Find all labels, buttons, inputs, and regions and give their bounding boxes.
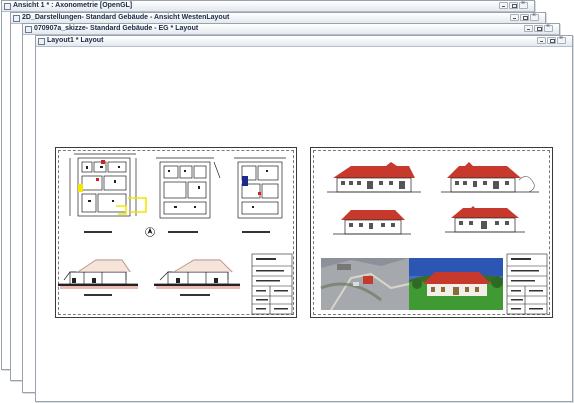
minimize-icon[interactable] bbox=[524, 25, 533, 32]
window-layout1[interactable]: Layout1 * Layout bbox=[35, 35, 573, 402]
window-app-icon bbox=[25, 26, 32, 33]
floor-plans-and-sections-sheet[interactable] bbox=[55, 147, 297, 318]
floor-plans-drawing bbox=[58, 153, 293, 315]
close-icon[interactable] bbox=[557, 35, 566, 44]
window-title: 070907a_skizze- Standard Gebäude - EG * … bbox=[34, 25, 199, 32]
window-titlebar[interactable]: 070907a_skizze- Standard Gebäude - EG * … bbox=[23, 23, 559, 35]
window-app-icon bbox=[38, 38, 45, 45]
minimize-icon[interactable] bbox=[499, 2, 508, 9]
window-titlebar[interactable]: Ansicht 1 * : Axonometrie [OpenGL] bbox=[2, 0, 534, 12]
window-app-icon bbox=[13, 15, 20, 22]
maximize-icon[interactable] bbox=[509, 2, 518, 9]
maximize-icon[interactable] bbox=[520, 14, 529, 21]
maximize-icon[interactable] bbox=[534, 25, 543, 32]
window-title: Layout1 * Layout bbox=[47, 37, 104, 44]
maximize-icon[interactable] bbox=[547, 37, 556, 44]
minimize-icon[interactable] bbox=[537, 37, 546, 44]
window-title: Ansicht 1 * : Axonometrie [OpenGL] bbox=[13, 2, 133, 9]
minimize-icon[interactable] bbox=[510, 14, 519, 21]
window-title: 2D_Darstellungen- Standard Gebäude - Ans… bbox=[22, 14, 230, 21]
close-icon[interactable] bbox=[530, 12, 539, 21]
close-icon[interactable] bbox=[544, 23, 553, 32]
window-titlebar[interactable]: Layout1 * Layout bbox=[36, 35, 572, 47]
elevations-drawing bbox=[320, 162, 548, 315]
window-app-icon bbox=[4, 3, 11, 10]
close-icon[interactable] bbox=[519, 0, 528, 9]
elevations-and-photos-sheet[interactable] bbox=[310, 147, 553, 318]
